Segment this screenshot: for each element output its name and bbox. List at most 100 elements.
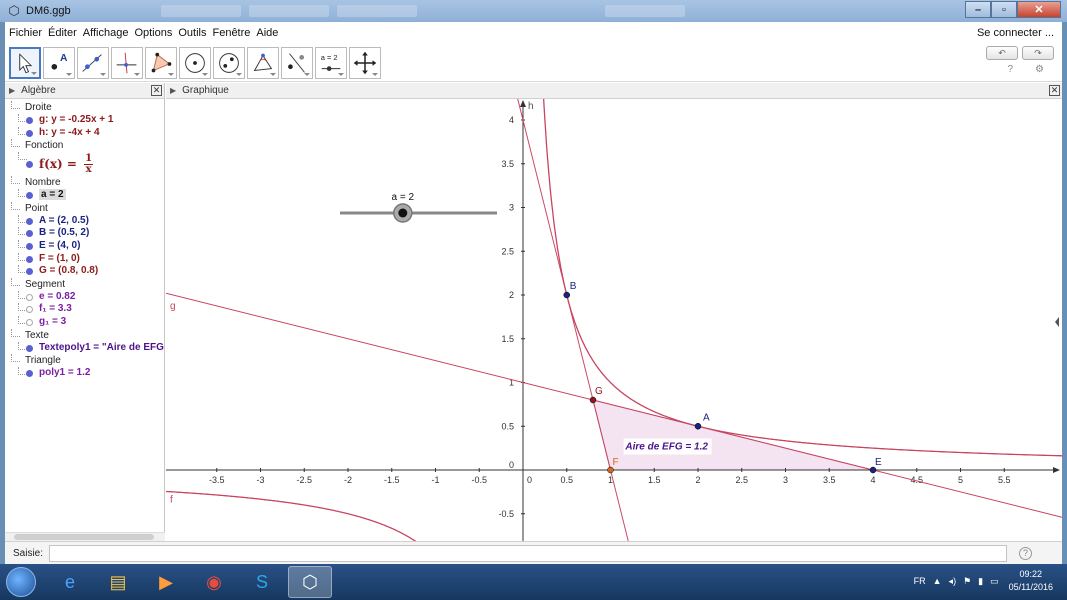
skype-icon[interactable]: S (240, 566, 284, 598)
algebra-item[interactable]: g₁ = 3 (5, 315, 164, 329)
point-G[interactable] (589, 396, 597, 404)
redo-button[interactable]: ↷ (1022, 46, 1054, 60)
visibility-toggle[interactable] (26, 192, 33, 200)
angle-tool[interactable] (247, 46, 279, 79)
clock[interactable]: 09:22 05/11/2016 (1009, 568, 1053, 594)
slider-icon: a = 2 (321, 53, 341, 71)
algebra-group-segment[interactable]: Segment (5, 277, 164, 291)
speaker-icon[interactable]: ◂) (949, 576, 957, 587)
y-tick-label: 2.5 (501, 246, 514, 256)
algebra-item[interactable]: G = (0.8, 0.8) (5, 265, 164, 278)
network-icon[interactable]: ▮ (978, 576, 983, 587)
algebra-item[interactable]: F = (1, 0) (5, 252, 164, 266)
explorer-icon[interactable]: ▤ (96, 566, 140, 598)
ie-icon[interactable]: e (48, 566, 92, 598)
algebra-item[interactable]: a = 2 (5, 189, 164, 202)
move-view-tool[interactable] (349, 46, 381, 79)
help-icon[interactable]: ? (1007, 64, 1013, 75)
input-field[interactable] (49, 544, 1008, 562)
visibility-toggle[interactable] (26, 217, 33, 225)
menu-item-0[interactable]: Fichier (9, 27, 42, 39)
algebra-item[interactable]: h: y = -4x + 4 (5, 126, 164, 140)
system-tray: FR ▲ ◂) ⚑ ▮ ▭ 09:22 05/11/2016 (914, 568, 1053, 594)
menu-item-4[interactable]: Outils (178, 27, 206, 39)
polygon-tool[interactable] (145, 46, 177, 79)
menu-item-1[interactable]: Éditer (48, 27, 77, 39)
perpendicular-tool[interactable] (111, 46, 143, 79)
visibility-toggle[interactable] (26, 268, 33, 276)
gear-icon[interactable]: ⚙ (1035, 64, 1044, 75)
algebra-item[interactable]: E = (4, 0) (5, 239, 164, 253)
visibility-toggle[interactable] (26, 318, 33, 326)
algebra-group-texte[interactable]: Texte (5, 328, 164, 342)
graphics-canvas[interactable]: -3.5 -3 -2.5 -2 -1.5 -1 -0.5 0 0.5 1 1.5 2 2.5 3 3.5 4 4… (166, 99, 1062, 541)
move-tool[interactable] (9, 46, 41, 79)
y-tick-label: 1.5 (501, 334, 514, 344)
curve-f-left[interactable] (166, 490, 438, 541)
tray-up-arrow-icon[interactable]: ▲ (933, 576, 942, 586)
side-collapse-arrow-icon[interactable] (1055, 317, 1059, 327)
minimize-button[interactable]: – (965, 1, 991, 18)
undo-button[interactable]: ↶ (986, 46, 1018, 60)
algebra-group-triangle[interactable]: Triangle (5, 354, 164, 367)
visibility-toggle[interactable] (26, 293, 33, 301)
slider-tool[interactable]: a = 2 (315, 46, 347, 79)
visibility-toggle[interactable] (26, 306, 33, 314)
point-B[interactable] (563, 291, 570, 299)
algebra-item[interactable]: f₁ = 3.3 (5, 303, 164, 316)
visibility-toggle[interactable] (26, 230, 33, 238)
line-tool[interactable] (77, 46, 109, 79)
flag-icon[interactable]: ⚑ (963, 576, 971, 587)
visibility-toggle[interactable] (26, 161, 33, 169)
battery-icon[interactable]: ▭ (990, 576, 999, 587)
algebra-item[interactable]: Textepoly1 = "Aire de EFG = (5, 341, 164, 355)
maximize-button[interactable]: ▫ (991, 1, 1017, 18)
algebra-group-nombre[interactable]: Nombre (5, 176, 164, 189)
close-algebra-icon[interactable]: ✕ (151, 85, 162, 96)
menu-item-6[interactable]: Aide (256, 27, 278, 39)
geogebra-icon[interactable]: ⬡ (288, 566, 332, 598)
algebra-item[interactable]: poly1 = 1.2 (5, 367, 164, 380)
algebra-group-point[interactable]: Point (5, 201, 164, 215)
x-tick-label: -1.5 (384, 475, 400, 485)
language-indicator[interactable]: FR (914, 576, 926, 586)
algebra-item[interactable]: g: y = -0.25x + 1 (5, 114, 164, 127)
visibility-toggle[interactable] (26, 255, 33, 263)
visibility-toggle[interactable] (26, 129, 33, 137)
visibility-toggle[interactable] (26, 117, 33, 124)
x-tick-label: 1.5 (648, 475, 661, 485)
algebra-item[interactable]: A = (2, 0.5) (5, 214, 164, 228)
perpendicular-icon (116, 52, 137, 73)
reflect-tool[interactable] (281, 46, 313, 79)
graphics-view[interactable]: ▶ Graphique ✕ -3.5 -3 -2.5 -2 -1.5 -1 -0.5 0 0.5… (166, 83, 1062, 541)
close-button[interactable]: ✕ (1017, 1, 1061, 18)
point-A[interactable] (694, 423, 702, 430)
x-tick-label: 0 (527, 475, 532, 485)
circle-tool[interactable] (179, 46, 211, 79)
menu-item-2[interactable]: Affichage (83, 27, 129, 39)
algebra-item[interactable]: f(x) = 1x (5, 152, 164, 176)
visibility-toggle[interactable] (26, 242, 33, 250)
slider-knob[interactable] (398, 208, 408, 218)
media-player-icon[interactable]: ▶ (144, 566, 188, 598)
conic-tool[interactable] (213, 46, 245, 79)
algebra-group-droite[interactable]: Droite (5, 101, 164, 114)
toolbar: Aa = 2 (5, 44, 1062, 82)
menu-item-3[interactable]: Options (134, 27, 172, 39)
visibility-toggle[interactable] (26, 344, 33, 352)
curve-f-right[interactable] (542, 99, 1062, 457)
visibility-toggle[interactable] (26, 370, 33, 378)
input-help-icon[interactable]: ? (1019, 546, 1033, 560)
sign-in-link[interactable]: Se connecter ... (977, 27, 1054, 39)
collapse-arrow-icon[interactable]: ▶ (9, 86, 15, 95)
collapse-arrow-icon[interactable]: ▶ (170, 86, 176, 95)
chrome-icon[interactable]: ◉ (192, 566, 236, 598)
algebra-scrollbar[interactable] (5, 532, 165, 541)
point-tool[interactable]: A (43, 46, 75, 79)
algebra-item[interactable]: B = (0.5, 2) (5, 227, 164, 240)
menu-item-5[interactable]: Fenêtre (212, 27, 250, 39)
algebra-item[interactable]: e = 0.82 (5, 290, 164, 304)
algebra-group-fonction[interactable]: Fonction (5, 139, 164, 152)
start-button[interactable] (6, 567, 36, 597)
close-graphics-icon[interactable]: ✕ (1049, 85, 1060, 96)
